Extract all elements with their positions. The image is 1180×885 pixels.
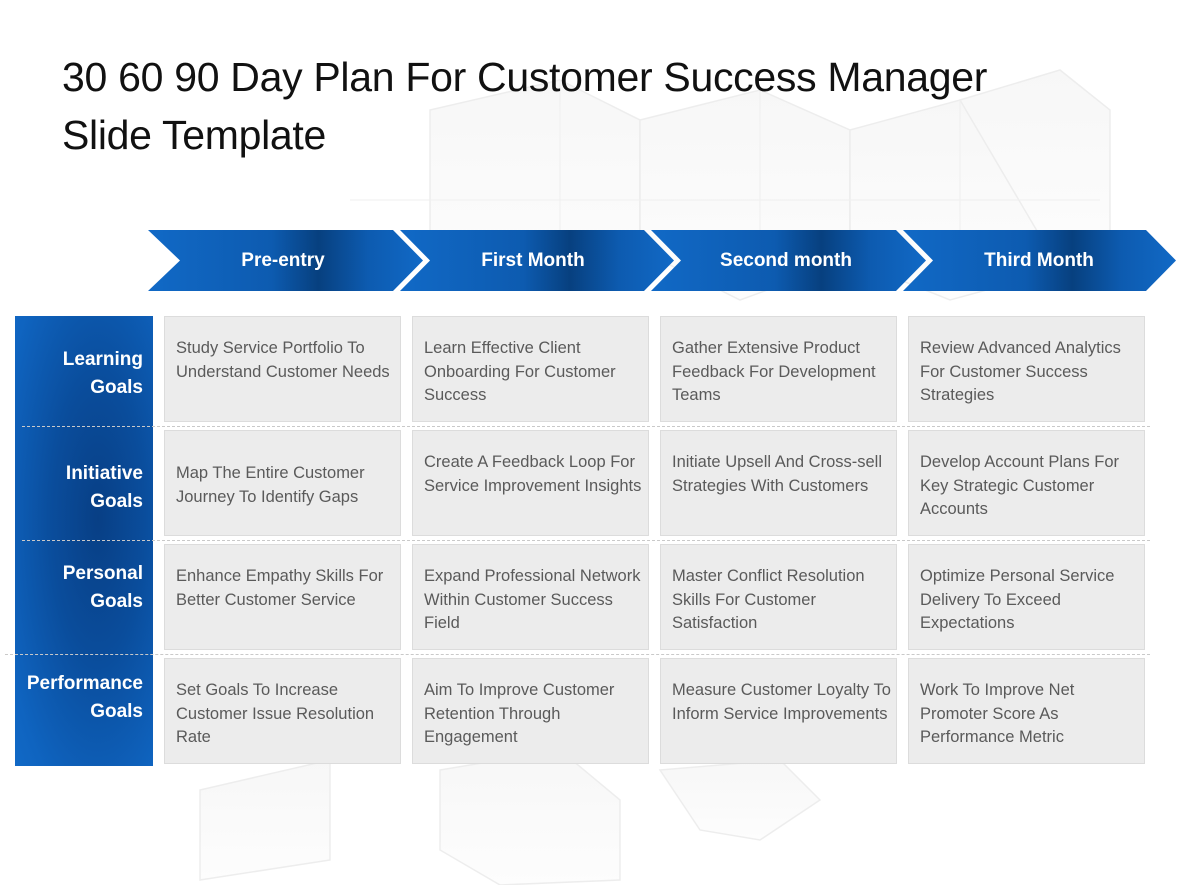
- grid-cell: Optimize Personal Service Delivery To Ex…: [908, 544, 1145, 650]
- row-label-personal-goals: Personal Goals: [62, 563, 143, 612]
- row-label-performance-goals: Performance Goals: [26, 673, 143, 722]
- grid-cell: Initiate Upsell And Cross-sell Strategie…: [660, 430, 897, 536]
- grid-cell: Study Service Portfolio To Understand Cu…: [164, 316, 401, 422]
- row-label-initiative-goals: Initiative Goals: [65, 463, 143, 512]
- phase-label-second-month: Second month: [720, 250, 852, 271]
- row-label-learning-goals: Learning Goals: [62, 349, 143, 398]
- grid-cell: Set Goals To Increase Customer Issue Res…: [164, 658, 401, 764]
- grid-cell: Expand Professional Network Within Custo…: [412, 544, 649, 650]
- slide-title-line-1: 30 60 90 Day Plan For Customer Success M…: [62, 54, 988, 100]
- slide-title: 30 60 90 Day Plan For Customer Success M…: [62, 48, 1112, 164]
- grid-cell: Measure Customer Loyalty To Inform Servi…: [660, 658, 897, 764]
- grid-cell: Develop Account Plans For Key Strategic …: [908, 430, 1145, 536]
- phase-label-first-month: First Month: [481, 250, 585, 271]
- row-separator: [22, 426, 1150, 427]
- grid-cell: Enhance Empathy Skills For Better Custom…: [164, 544, 401, 650]
- row-separator: [22, 540, 1150, 541]
- grid-cell: Gather Extensive Product Feedback For De…: [660, 316, 897, 422]
- grid-cell: Review Advanced Analytics For Customer S…: [908, 316, 1145, 422]
- grid-cell: Learn Effective Client Onboarding For Cu…: [412, 316, 649, 422]
- phase-label-third-month: Third Month: [984, 250, 1094, 271]
- grid-cell: Create A Feedback Loop For Service Impro…: [412, 430, 649, 536]
- grid-cell: Map The Entire Customer Journey To Ident…: [164, 430, 401, 536]
- grid-cell: Aim To Improve Customer Retention Throug…: [412, 658, 649, 764]
- row-separator: [5, 654, 1150, 655]
- grid-cell: Master Conflict Resolution Skills For Cu…: [660, 544, 897, 650]
- slide-title-line-2: Slide Template: [62, 112, 326, 158]
- grid-cell: Work To Improve Net Promoter Score As Pe…: [908, 658, 1145, 764]
- goal-category-column: Learning Goals Initiative Goals Personal…: [15, 316, 153, 766]
- phase-label-pre-entry: Pre-entry: [241, 250, 325, 271]
